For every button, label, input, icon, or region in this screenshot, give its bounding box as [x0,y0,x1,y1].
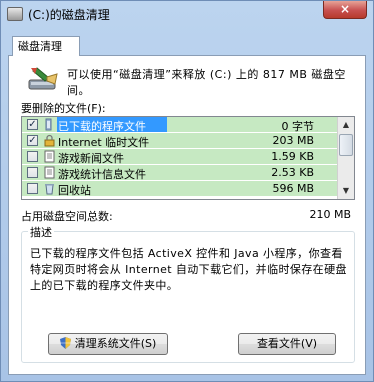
window-title: (C:)的磁盘清理 [28,8,110,22]
list-scrollbar[interactable]: ▲ ▼ [337,117,354,199]
file-size: 203 MB [272,134,314,147]
description-group: 描述 已下载的程序文件包括 ActiveX 控件和 Java 小程序，你查看特定… [21,224,355,363]
file-name: 回收站 [58,184,91,197]
recycle-bin-icon [43,182,56,195]
close-button[interactable]: × [323,1,367,19]
document-icon [43,166,56,179]
file-checkbox[interactable] [27,167,38,178]
title-bar[interactable]: (C:)的磁盘清理 × [1,1,373,29]
disk-cleanup-window: (C:)的磁盘清理 × 磁盘清理 可以使用“磁盘清理”来释放 (C:) 上的 8… [0,0,374,382]
file-checkbox[interactable]: ✓ [27,135,38,146]
file-name: Internet 临时文件 [58,136,150,149]
broom-drive-icon [28,67,58,90]
file-checkbox[interactable] [27,183,38,194]
document-icon [43,150,56,163]
tab-disk-cleanup[interactable]: 磁盘清理 [12,36,80,56]
file-name: 游戏新闻文件 [58,152,124,165]
uac-shield-icon [59,337,71,349]
tab-panel: 可以使用“磁盘清理”来释放 (C:) 上的 817 MB 磁盘空间。 要删除的文… [8,55,366,375]
file-size: 1.59 KB [271,150,314,163]
disk-cleanup-app-icon [7,7,23,21]
file-checkbox[interactable]: ✓ [27,119,38,130]
file-row[interactable]: 游戏统计信息文件 2.53 KB [22,165,338,181]
view-files-button[interactable]: 查看文件(V) [238,333,336,355]
file-checkbox[interactable] [27,151,38,162]
files-to-delete-list[interactable]: ✓ 已下载的程序文件 0 字节 ✓ Internet 临时文件 203 MB 游戏新闻文件 1… [21,116,355,200]
scroll-thumb[interactable] [339,134,353,156]
file-size: 0 字节 [281,120,315,133]
file-name: 游戏统计信息文件 [58,168,146,181]
file-row[interactable]: ✓ 已下载的程序文件 0 字节 [22,117,338,133]
intro-text: 可以使用“磁盘清理”来释放 (C:) 上的 817 MB 磁盘空间。 [67,68,346,97]
description-text: 已下载的程序文件包括 ActiveX 控件和 Java 小程序，你查看特定网页时… [30,247,347,292]
file-row[interactable]: ✓ Internet 临时文件 203 MB [22,133,338,149]
clean-system-files-button[interactable]: 清理系统文件(S) [48,333,168,355]
file-size: 2.53 KB [271,166,314,179]
file-size: 596 MB [272,182,314,195]
file-name: 已下载的程序文件 [58,120,146,133]
scroll-up-arrow-icon[interactable]: ▲ [338,117,354,133]
folder-icon [43,118,56,131]
scroll-down-arrow-icon[interactable]: ▼ [338,183,354,199]
clean-system-files-label: 清理系统文件(S) [74,337,157,350]
file-row[interactable]: 游戏新闻文件 1.59 KB [22,149,338,165]
total-space-value: 210 MB [309,208,351,221]
lock-icon [43,134,56,147]
files-to-delete-label: 要删除的文件(F): [21,102,106,115]
file-row[interactable]: 回收站 596 MB [22,181,338,197]
total-space-label: 占用磁盘空间总数: [21,210,113,223]
description-title: 描述 [28,224,54,240]
